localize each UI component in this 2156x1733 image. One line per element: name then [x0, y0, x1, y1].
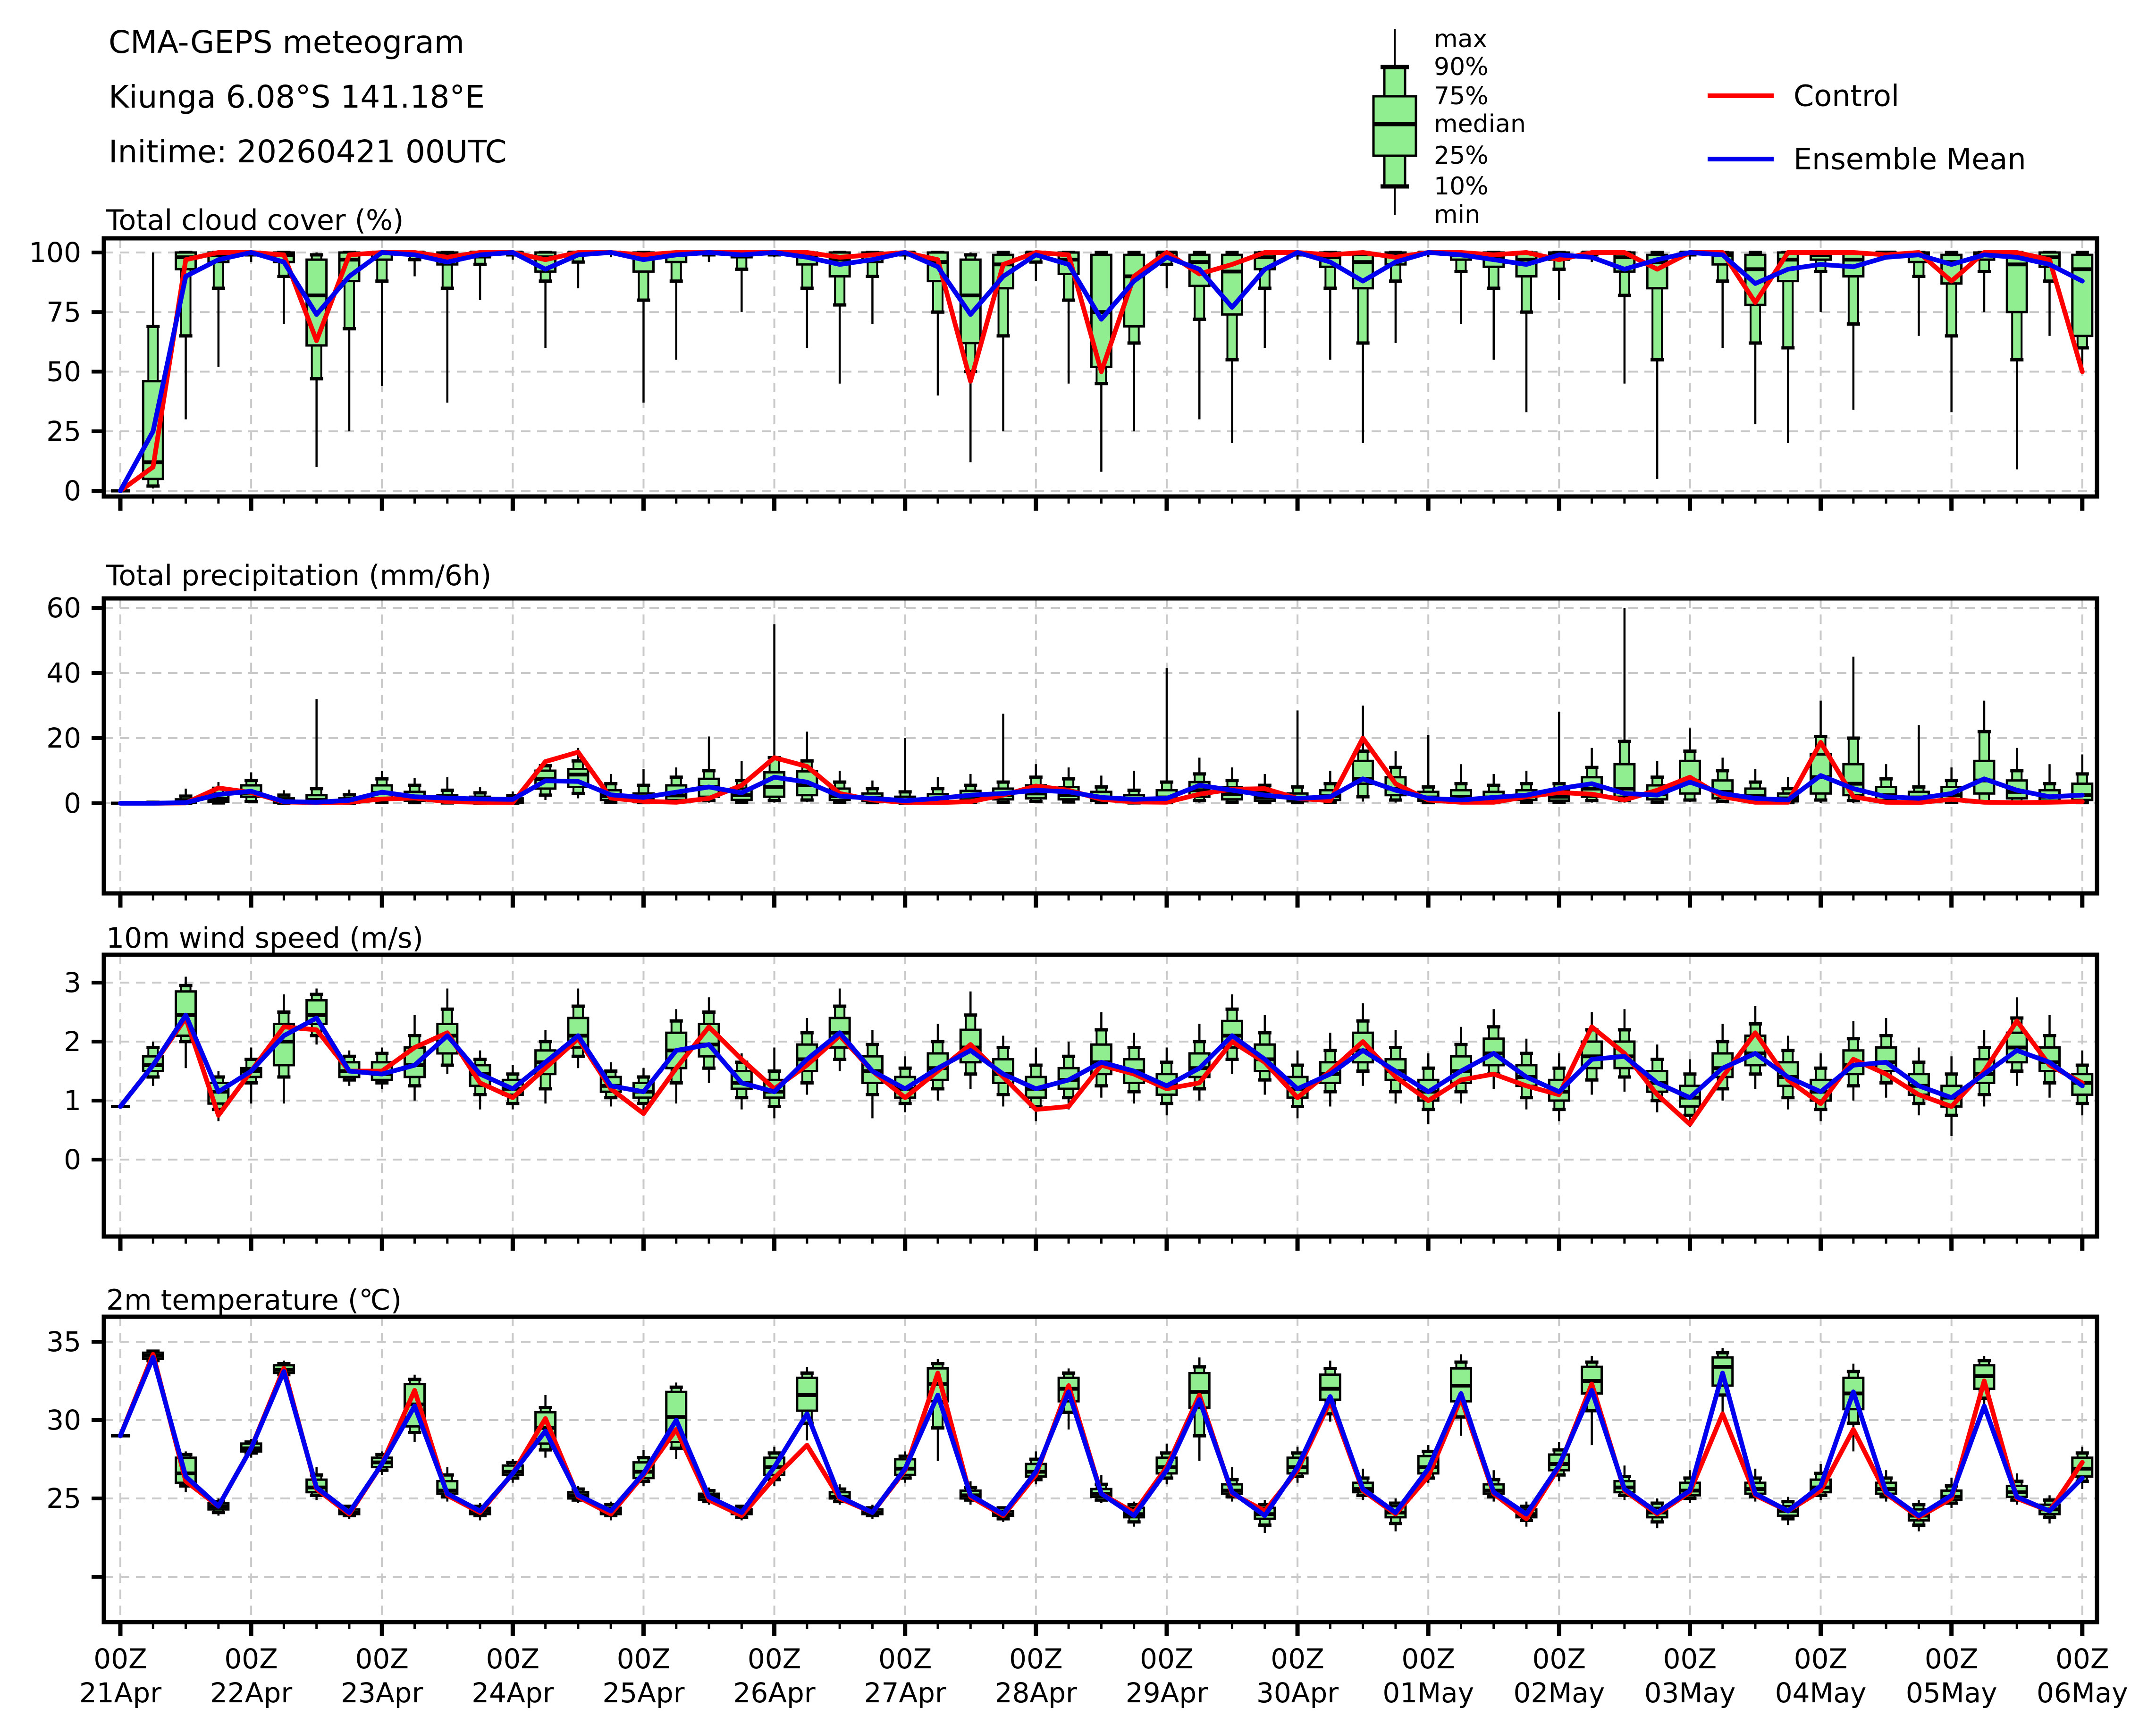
x-label-date: 02May	[1513, 1677, 1605, 1709]
x-label-date: 21Apr	[79, 1677, 161, 1709]
x-label-time: 00Z	[93, 1643, 147, 1675]
key-label-min: min	[1434, 201, 1480, 229]
y-tick-label: 0	[64, 787, 81, 819]
y-tick-label: 1	[64, 1085, 81, 1117]
x-label-date: 27Apr	[864, 1677, 946, 1709]
x-label-time: 00Z	[1271, 1643, 1324, 1675]
control-label: Control	[1794, 79, 1899, 113]
y-tick-label: 50	[46, 356, 81, 388]
y-tick-label: 100	[29, 236, 81, 269]
y-tick-label: 40	[46, 657, 81, 689]
x-label-time: 00Z	[1925, 1643, 1979, 1675]
box-25-75	[1091, 1044, 1111, 1074]
x-label-time: 00Z	[355, 1643, 409, 1675]
x-label-time: 00Z	[748, 1643, 801, 1675]
x-label-time: 00Z	[2055, 1643, 2109, 1675]
key-label-median: median	[1434, 110, 1526, 138]
x-label-time: 00Z	[1009, 1643, 1063, 1675]
x-label-date: 29Apr	[1126, 1677, 1208, 1709]
x-label-date: 28Apr	[995, 1677, 1077, 1709]
x-label-date: 06May	[2037, 1677, 2128, 1709]
x-label-date: 30Apr	[1256, 1677, 1339, 1709]
y-tick-label: 30	[46, 1404, 81, 1436]
meteogram-figure: CMA-GEPS meteogram Kiunga 6.08°S 141.18°…	[0, 0, 2156, 1733]
panel-title-wind: 10m wind speed (m/s)	[106, 922, 423, 955]
x-label-time: 00Z	[1663, 1643, 1717, 1675]
x-label-date: 22Apr	[210, 1677, 292, 1709]
panel-title-temp: 2m temperature (℃)	[106, 1284, 402, 1317]
x-label-date: 24Apr	[472, 1677, 554, 1709]
chart-title: CMA-GEPS meteogram	[109, 24, 464, 60]
box-25-75	[2072, 255, 2092, 336]
panel-title-precip: Total precipitation (mm/6h)	[106, 559, 491, 592]
x-label-time: 00Z	[224, 1643, 278, 1675]
x-label-date: 25Apr	[602, 1677, 684, 1709]
x-label-time: 00Z	[1533, 1643, 1586, 1675]
y-tick-label: 25	[46, 1482, 81, 1514]
x-label-time: 00Z	[1140, 1643, 1194, 1675]
ensemble-label: Ensemble Mean	[1794, 142, 2026, 177]
x-label-date: 05May	[1906, 1677, 1997, 1709]
chart-location: Kiunga 6.08°S 141.18°E	[109, 79, 485, 115]
y-tick-label: 2	[64, 1026, 81, 1058]
x-label-time: 00Z	[486, 1643, 540, 1675]
y-tick-label: 20	[46, 722, 81, 754]
x-label-time: 00Z	[1794, 1643, 1848, 1675]
key-label-max: max	[1434, 25, 1487, 53]
y-tick-label: 75	[46, 296, 81, 328]
x-label-date: 01May	[1382, 1677, 1474, 1709]
panel-title-cloud: Total cloud cover (%)	[106, 204, 404, 237]
x-label-date: 26Apr	[733, 1677, 816, 1709]
key-label-75: 75%	[1434, 82, 1489, 110]
x-label-date: 04May	[1775, 1677, 1867, 1709]
x-label-date: 23Apr	[341, 1677, 423, 1709]
key-label-10: 10%	[1434, 172, 1489, 201]
x-label-date: 03May	[1644, 1677, 1736, 1709]
x-label-time: 00Z	[1401, 1643, 1455, 1675]
x-label-time: 00Z	[617, 1643, 671, 1675]
y-tick-label: 0	[64, 1144, 81, 1176]
x-label-time: 00Z	[878, 1643, 932, 1675]
y-tick-label: 35	[46, 1326, 81, 1358]
meteogram-svg: CMA-GEPS meteogram Kiunga 6.08°S 141.18°…	[0, 0, 2156, 1733]
y-tick-label: 3	[64, 967, 81, 999]
key-label-90: 90%	[1434, 53, 1489, 81]
key-label-25: 25%	[1434, 142, 1489, 170]
y-tick-label: 25	[46, 415, 81, 447]
y-tick-label: 60	[46, 592, 81, 624]
y-tick-label: 0	[64, 475, 81, 507]
chart-initime: Initime: 20260421 00UTC	[109, 134, 507, 170]
